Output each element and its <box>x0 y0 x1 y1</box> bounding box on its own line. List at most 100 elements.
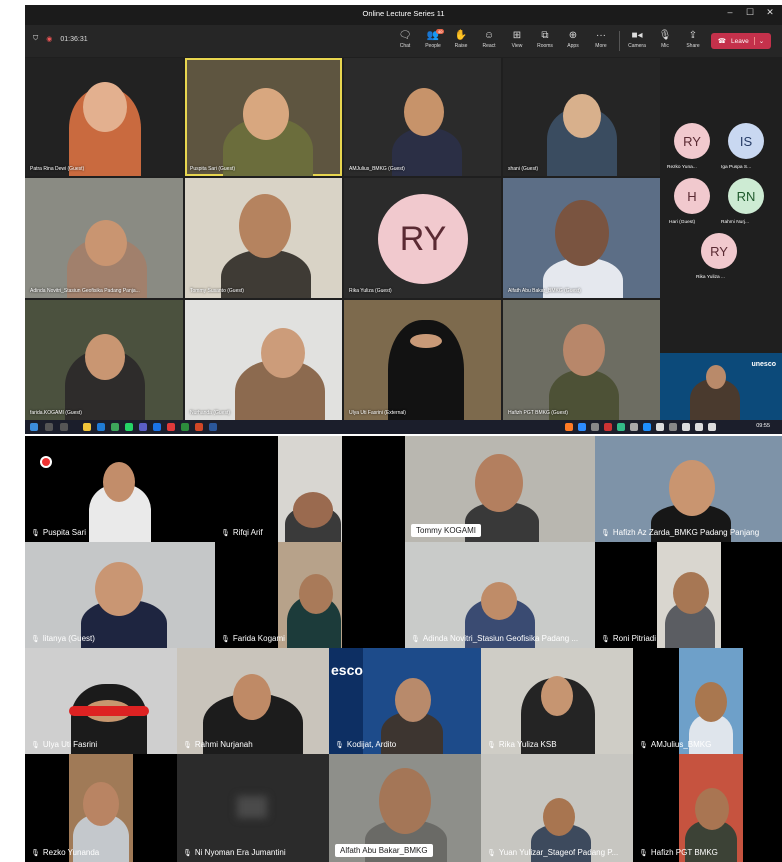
tray-icon[interactable] <box>604 423 612 431</box>
video-tile[interactable]: Adinda Novitri_Stasiun Geofisika Padang … <box>25 178 183 298</box>
video-tile[interactable]: 🎙 Hafizh PGT BMKG <box>633 754 782 862</box>
tray-icon[interactable] <box>669 423 677 431</box>
shield-icon: ⛉ <box>33 35 39 42</box>
mic-muted-icon: 🎙 <box>221 635 230 643</box>
rooms-button[interactable]: ⧉ Rooms <box>531 29 559 50</box>
taskbar-clock[interactable]: 09:55 <box>756 423 770 429</box>
people-count-badge: 40 <box>436 29 445 34</box>
react-button[interactable]: ☺ React <box>475 29 503 50</box>
app-icon[interactable] <box>167 423 175 431</box>
teams-icon[interactable] <box>139 423 147 431</box>
rooms-icon: ⧉ <box>541 30 549 41</box>
participant-initials-avatar[interactable]: RY <box>674 123 710 159</box>
leave-button[interactable]: ☎ Leave ⌄ <box>711 33 771 49</box>
video-tile[interactable]: 🎙 Adinda Novitri_Stasiun Geofisika Padang… <box>405 542 595 648</box>
word-icon[interactable] <box>209 423 217 431</box>
video-tile[interactable]: 🎙 Rezko Yunanda <box>25 754 177 862</box>
tray-icon[interactable] <box>630 423 638 431</box>
participant-name: Alfath Abu Bakar_BMKG <box>335 844 433 857</box>
close-icon[interactable]: ✕ <box>762 7 778 18</box>
video-tile[interactable]: 🎙 Rahmi Nurjanah <box>177 648 329 754</box>
edge-icon[interactable] <box>97 423 105 431</box>
excel-icon[interactable] <box>181 423 189 431</box>
video-tile[interactable]: 🎙 Roni Pitriadi <box>595 542 782 648</box>
search-icon[interactable] <box>45 423 53 431</box>
video-tile[interactable]: 🎙 Hafizh Az Zarda_BMKG Padang Panjang <box>595 436 782 542</box>
screen-share-preview[interactable]: unesco <box>660 353 782 420</box>
video-tile[interactable]: farida.KOGAMI (Guest) <box>25 300 183 420</box>
battery-icon[interactable] <box>708 423 716 431</box>
tray-icon[interactable] <box>591 423 599 431</box>
chevron-down-icon[interactable]: ⌄ <box>753 37 764 45</box>
tray-icon[interactable] <box>578 423 586 431</box>
video-tile[interactable]: Nurhanda (Guest) <box>185 300 342 420</box>
mic-muted-icon: 🎙 <box>31 529 40 537</box>
chat-button[interactable]: 🗨 Chat <box>391 29 419 50</box>
video-tile[interactable]: esco 🎙 Kodijat, Ardito <box>329 648 481 754</box>
teams-meeting-window: Online Lecture Series 11 – ☐ ✕ ⛉ ◉ 01:36… <box>25 5 782 420</box>
video-tile-active-speaker[interactable]: Puspita Sari (Guest) <box>185 58 342 176</box>
participant-name: 🎙 Rahmi Nurjanah <box>183 740 253 749</box>
video-tile[interactable]: 🎙 Ni Nyoman Era Jumantini <box>177 754 329 862</box>
participant-initials-avatar[interactable]: IS <box>728 123 764 159</box>
video-tile[interactable]: Tommy KOGAMI <box>405 436 595 542</box>
video-tile[interactable]: 🎙 Yuan Yulizar_Stageof Padang P... <box>481 754 633 862</box>
tray-icon[interactable] <box>565 423 573 431</box>
maximize-icon[interactable]: ☐ <box>742 7 758 18</box>
video-tile[interactable]: 🎙 Rika Yuliza KSB <box>481 648 633 754</box>
participant-name: Hari (Guest) <box>669 220 696 225</box>
camera-button[interactable]: ■◂ Camera <box>623 29 651 50</box>
video-tile[interactable]: Patra Rina Dewi (Guest) <box>25 58 183 176</box>
task-view-icon[interactable] <box>60 423 68 431</box>
outlook-icon[interactable] <box>153 423 161 431</box>
video-tile[interactable]: Hafizh PGT BMKG (Guest) <box>503 300 660 420</box>
participant-name: 🎙 Hafizh PGT BMKG <box>639 848 718 857</box>
participant-name: 🎙 Puspita Sari <box>31 528 87 537</box>
mic-muted-icon: 🎙 <box>411 635 420 643</box>
more-button[interactable]: ··· More <box>587 29 615 50</box>
apps-button[interactable]: ⊕ Apps <box>559 29 587 50</box>
mic-button[interactable]: 🎙 Mic <box>651 29 679 50</box>
minimize-icon[interactable]: – <box>722 7 738 17</box>
view-button[interactable]: ⊞ View <box>503 29 531 50</box>
volume-icon[interactable] <box>695 423 703 431</box>
participant-name: Adinda Novitri_Stasiun Geofisika Padang … <box>30 288 140 294</box>
video-tile[interactable]: 🎙 Rifqi Arif <box>215 436 405 542</box>
video-tile[interactable]: Alfath Abu Bakar_BMKG <box>329 754 481 862</box>
video-tile[interactable]: 🎙 Farida Kogami <box>215 542 405 648</box>
file-explorer-icon[interactable] <box>83 423 91 431</box>
video-tile[interactable]: 🎙 Ulya Uti Fasrini <box>25 648 177 754</box>
chat-icon: 🗨 <box>398 30 412 41</box>
participant-name: 🎙 Rika Yuliza KSB <box>487 740 557 749</box>
video-tile[interactable]: 🎙 AMJulius_BMKG <box>633 648 782 754</box>
whatsapp-icon[interactable] <box>125 423 133 431</box>
share-button[interactable]: ⇪ Share <box>679 29 707 50</box>
video-tile[interactable]: Tommy Susanto (Guest) <box>185 178 342 298</box>
video-tile[interactable]: 🎙 litanya (Guest) <box>25 542 215 648</box>
people-button[interactable]: 👥 People 40 <box>419 29 447 50</box>
mic-muted-icon: 🎙 <box>487 741 496 749</box>
video-tile[interactable]: Alfath Abu Bakar_BMKG (Guest) <box>503 178 660 298</box>
video-tile[interactable]: shani (Guest) <box>503 58 660 176</box>
powerpoint-icon[interactable] <box>195 423 203 431</box>
wifi-icon[interactable] <box>682 423 690 431</box>
video-tile[interactable]: AMJulius_BMKG (Guest) <box>344 58 501 176</box>
windows-start-icon[interactable] <box>30 423 38 431</box>
tray-icon[interactable] <box>617 423 625 431</box>
participant-initials-avatar[interactable]: RN <box>728 178 764 214</box>
participant-name: Rika Yuliza ... <box>696 275 725 280</box>
participant-initials-avatar[interactable]: H <box>674 178 710 214</box>
raise-hand-button[interactable]: ✋ Raise <box>447 29 475 50</box>
participant-name: 🎙 Farida Kogami <box>221 634 285 643</box>
participant-initials-avatar[interactable]: RY <box>701 233 737 269</box>
zoom-gallery-view: 🎙 Puspita Sari 🎙 Rifqi Arif Tommy KOGAMI 🎙… <box>25 436 782 862</box>
tray-icon[interactable] <box>656 423 664 431</box>
video-tile[interactable]: 🎙 Puspita Sari <box>25 436 215 542</box>
chrome-icon[interactable] <box>111 423 119 431</box>
react-icon: ☺ <box>483 30 495 41</box>
participant-name: Tommy Susanto (Guest) <box>190 288 244 294</box>
apps-icon: ⊕ <box>568 30 578 41</box>
avatar-tile[interactable]: RY Rika Yuliza (Guest) <box>344 178 501 298</box>
tray-icon[interactable] <box>643 423 651 431</box>
video-tile[interactable]: Ulya Uti Fasrini (External) <box>344 300 501 420</box>
